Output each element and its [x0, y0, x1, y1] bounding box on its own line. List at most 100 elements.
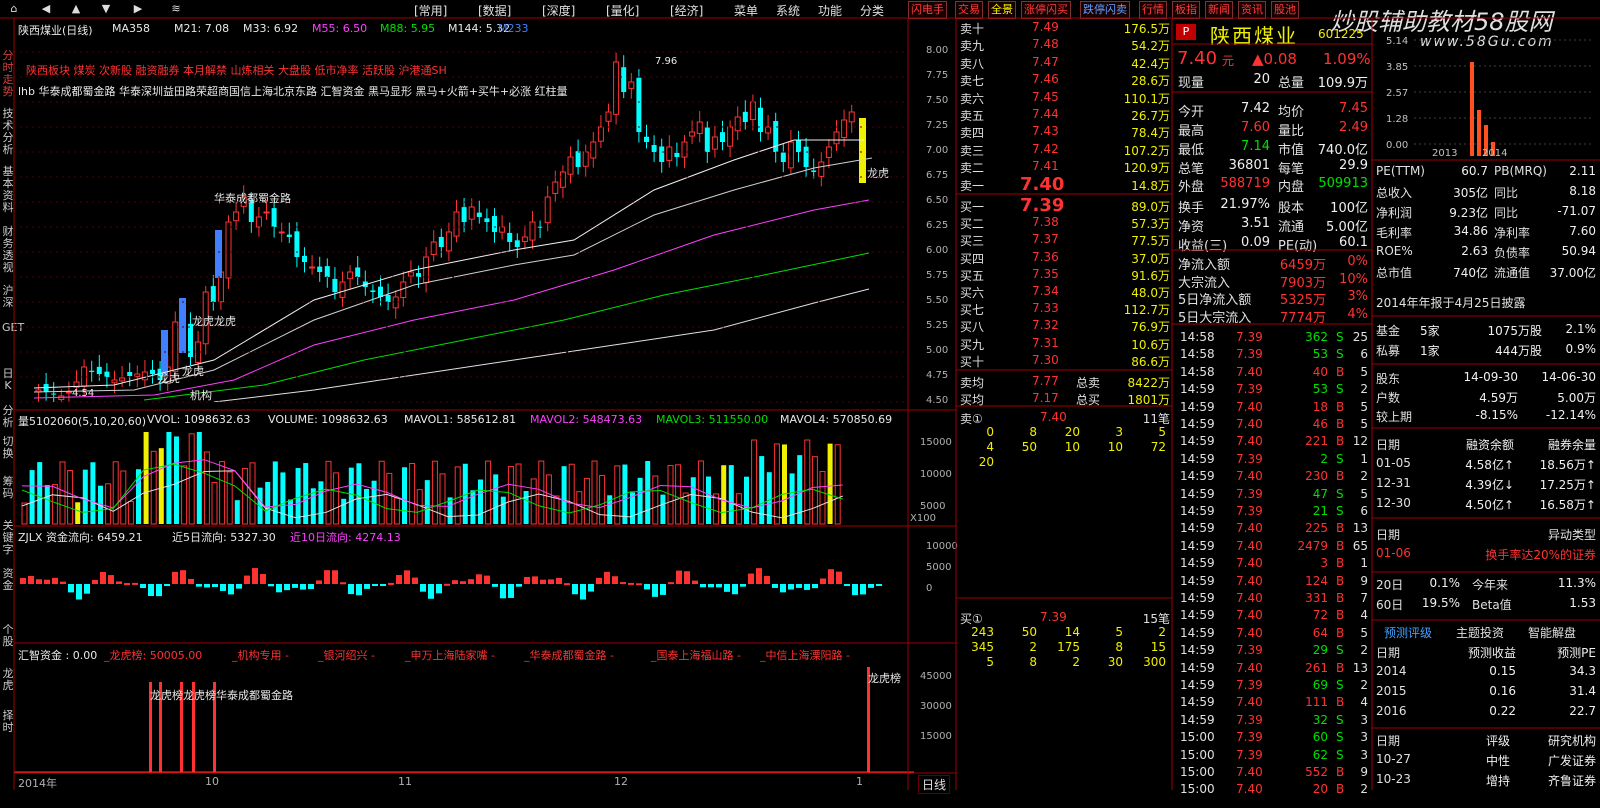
tick-row[interactable]: 14:59 7.39 29 S 2: [1176, 643, 1370, 660]
bid-row[interactable]: 买八 7.32 76.9万: [960, 318, 1170, 334]
tick-row[interactable]: 14:59 7.40 331 B 7: [1176, 591, 1370, 608]
tick-row[interactable]: 14:59 7.40 2479 B 65: [1176, 539, 1370, 556]
candle-body: [681, 141, 688, 158]
volume-bar: [493, 474, 499, 524]
ask-row[interactable]: 卖二 7.41 120.9万: [960, 159, 1170, 175]
queue-cell: 345: [971, 640, 994, 654]
order-price: 7.35: [1032, 266, 1059, 281]
tick-row[interactable]: 14:59 7.40 72 B 4: [1176, 608, 1370, 625]
bid-row[interactable]: 买十 7.30 86.6万: [960, 353, 1170, 369]
left-tab-keyword[interactable]: 关键字: [2, 520, 14, 556]
bid-row[interactable]: 买三 7.37 77.5万: [960, 232, 1170, 248]
tick-row[interactable]: 14:59 7.39 69 S 2: [1176, 678, 1370, 695]
volume-bar: [341, 498, 347, 524]
left-tab-daily[interactable]: 日K: [2, 368, 14, 392]
tick-row[interactable]: 14:59 7.39 32 S 3: [1176, 713, 1370, 730]
tab-news[interactable]: 新闻: [1205, 1, 1233, 19]
tick-row[interactable]: 14:59 7.40 3 B 1: [1176, 556, 1370, 573]
volume-chart[interactable]: [14, 426, 914, 526]
left-tab-hs[interactable]: 沪深: [2, 285, 14, 309]
tick-row[interactable]: 15:00 7.40 20 B 2: [1176, 782, 1370, 799]
quote-key: 股本: [1278, 201, 1305, 216]
fund-flow-chart[interactable]: [14, 542, 914, 646]
tick-row[interactable]: 15:00 7.39 62 S 3: [1176, 748, 1370, 765]
left-tab-intraday[interactable]: 分时走势: [2, 50, 14, 98]
tick-row[interactable]: 14:58 7.39 362 S 25: [1176, 330, 1370, 347]
tab-quotes[interactable]: 行情: [1139, 1, 1167, 19]
tick-row[interactable]: 14:59 7.40 221 B 12: [1176, 434, 1370, 451]
tick-row[interactable]: 14:59 7.40 225 B 13: [1176, 521, 1370, 538]
tick-row[interactable]: 14:58 7.39 53 S 6: [1176, 347, 1370, 364]
left-tab-funds[interactable]: 资金: [2, 568, 14, 592]
left-tab-timing[interactable]: 择时: [2, 710, 14, 734]
bid-row[interactable]: 买六 7.34 48.0万: [960, 284, 1170, 300]
tab-info[interactable]: 资讯: [1238, 1, 1266, 19]
tick-row[interactable]: 14:59 7.40 64 B 5: [1176, 626, 1370, 643]
tab-pool[interactable]: 股池: [1271, 1, 1299, 19]
ask-row[interactable]: 卖十 7.49 176.5万: [960, 20, 1170, 36]
ask-row[interactable]: 卖四 7.43 78.4万: [960, 124, 1170, 140]
fundamental-key: 负债率: [1494, 246, 1531, 260]
ask-row[interactable]: 卖五 7.44 26.7万: [960, 107, 1170, 123]
ask-row[interactable]: 卖九 7.48 54.2万: [960, 37, 1170, 53]
left-tab-switch[interactable]: 切换: [2, 436, 14, 460]
dragon-list-chart[interactable]: [14, 662, 914, 774]
ask-row[interactable]: 卖六 7.45 110.1万: [960, 90, 1170, 106]
forecast-tab[interactable]: 主题投资: [1456, 624, 1504, 641]
tab-limit-up-buy[interactable]: 涨停闪买: [1021, 1, 1071, 19]
bid-row[interactable]: 买二 7.38 57.3万: [960, 215, 1170, 231]
left-tab-technical[interactable]: 技术分析: [2, 108, 14, 156]
tick-row[interactable]: 14:59 7.39 47 S 5: [1176, 487, 1370, 504]
left-tab-dragon[interactable]: 龙虎: [2, 668, 14, 692]
left-tab-chips[interactable]: 筹码: [2, 476, 14, 500]
period-button[interactable]: 日线: [918, 775, 951, 794]
tick-row[interactable]: 15:00 7.40 552 B 9: [1176, 765, 1370, 782]
bid-row[interactable]: 买四 7.36 37.0万: [960, 250, 1170, 266]
fund-flow-bar: [708, 584, 714, 588]
tick-row[interactable]: 14:59 7.40 46 B 5: [1176, 417, 1370, 434]
order-level-label: 买二: [960, 217, 985, 232]
tick-count: 7: [1360, 591, 1368, 605]
shareholder-value: 5.00万: [1557, 391, 1596, 405]
forecast-tab[interactable]: 智能解盘: [1528, 624, 1576, 641]
tab-board[interactable]: 板指: [1172, 1, 1200, 19]
tick-row[interactable]: 14:59 7.39 2 S 1: [1176, 452, 1370, 469]
ask-row[interactable]: 卖八 7.47 42.4万: [960, 55, 1170, 71]
bid-row[interactable]: 买五 7.35 91.6万: [960, 267, 1170, 283]
left-tab-get[interactable]: GET: [2, 322, 24, 334]
bid-row[interactable]: 买一 7.39 89.0万: [960, 195, 1170, 216]
bid-row[interactable]: 买九 7.31 10.6万: [960, 336, 1170, 352]
tick-row[interactable]: 14:59 7.40 230 B 2: [1176, 469, 1370, 486]
tab-trade[interactable]: 交易: [955, 1, 983, 19]
tick-row[interactable]: 14:59 7.40 124 B 9: [1176, 574, 1370, 591]
ask-row[interactable]: 卖三 7.42 107.2万: [960, 142, 1170, 158]
tick-row[interactable]: 14:59 7.39 21 S 6: [1176, 504, 1370, 521]
tab-limit-down-sell[interactable]: 跌停闪卖: [1080, 1, 1130, 19]
volume-bar: [325, 460, 332, 525]
highlight-candle: [161, 330, 168, 375]
order-volume: 112.7万: [1123, 303, 1170, 318]
quote-key: 最低: [1178, 143, 1205, 158]
left-tab-analysis[interactable]: 分析: [2, 405, 14, 429]
tick-row[interactable]: 14:59 7.40 261 B 13: [1176, 661, 1370, 678]
fundamental-value: 34.86: [1453, 224, 1488, 238]
candlestick-chart[interactable]: [14, 0, 914, 402]
ask-row[interactable]: 卖七 7.46 28.6万: [960, 72, 1170, 88]
tick-row[interactable]: 15:00 7.39 60 S 3: [1176, 730, 1370, 747]
left-tab-stock[interactable]: 个股: [2, 624, 14, 648]
ask-row[interactable]: 卖一 7.40 14.8万: [960, 174, 1170, 195]
tab-panorama[interactable]: 全景: [988, 1, 1016, 19]
tick-row[interactable]: 14:59 7.40 111 B 4: [1176, 695, 1370, 712]
left-tab-finance[interactable]: 财务透视: [2, 226, 14, 274]
tick-row[interactable]: 14:59 7.40 18 B 5: [1176, 400, 1370, 417]
tick-side: B: [1336, 364, 1345, 379]
forecast-tab[interactable]: 预测评级: [1384, 624, 1432, 641]
bid-row[interactable]: 买七 7.33 112.7万: [960, 301, 1170, 317]
order-price: 7.46: [1032, 72, 1059, 87]
tick-row[interactable]: 14:59 7.39 53 S 2: [1176, 382, 1370, 399]
left-tab-basic[interactable]: 基本资料: [2, 166, 14, 214]
volume-bar: [378, 460, 385, 525]
quote-value: 5.00亿: [1326, 220, 1368, 235]
tick-row[interactable]: 14:58 7.40 40 B 5: [1176, 365, 1370, 382]
fund-flow-bar: [580, 584, 586, 600]
